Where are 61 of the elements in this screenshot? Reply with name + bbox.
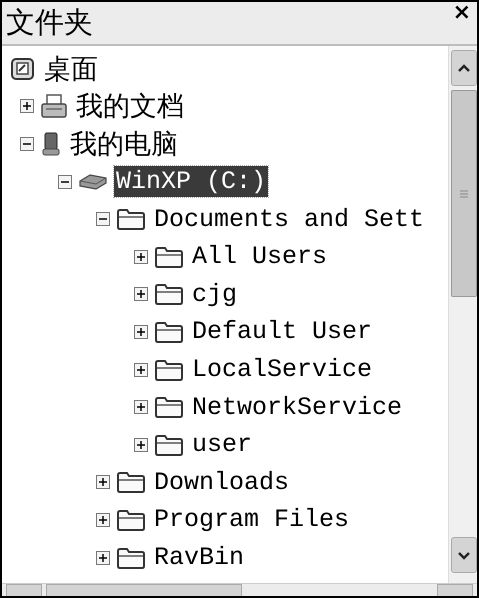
tree-item[interactable]: Program Files [152,504,352,536]
expand-button[interactable] [134,250,148,264]
document-stack-icon [40,93,68,120]
tree-item[interactable]: user [190,429,254,460]
tree-item[interactable]: cjg [190,278,240,310]
tree-item[interactable]: 桌面 [42,50,100,88]
collapse-button[interactable] [96,212,110,226]
panel-title: 文件夹 [6,4,93,41]
tree-item[interactable]: Default User [190,316,374,348]
close-button[interactable]: × [450,2,473,24]
folder-icon [116,207,146,232]
folder-icon [154,244,184,269]
expand-button[interactable] [134,362,148,377]
expand-button[interactable] [134,324,148,339]
folder-icon [154,432,184,457]
tree-item[interactable]: Documents and Sett [152,204,426,235]
expand-button[interactable] [134,287,148,302]
folder-icon [116,470,146,494]
plus-icon [23,102,31,110]
tree-item[interactable]: 我的文档 [74,87,186,126]
tree-item[interactable]: NetworkService [190,392,404,423]
vertical-scrollbar[interactable] [448,46,477,583]
tree-item[interactable]: 我的电脑 [68,124,180,163]
scroll-up-button[interactable] [451,50,477,86]
tree-item[interactable]: Downloads [152,466,292,498]
expand-button[interactable] [96,512,110,527]
tree-item[interactable]: All Users [190,241,330,272]
plus-icon [137,440,145,449]
folder-icon [154,395,184,420]
tree-item[interactable]: LocalService [190,354,374,386]
expand-button[interactable] [96,550,110,565]
computer-icon [40,130,62,157]
expand-button[interactable] [134,438,148,452]
folder-icon [154,282,184,306]
expand-button[interactable] [134,400,148,414]
plus-icon [137,403,145,412]
grip-icon [459,188,469,198]
desktop-icon [10,56,36,82]
chevron-down-icon [457,550,471,560]
collapse-button[interactable] [58,174,72,189]
folder-icon [116,508,146,532]
tree-item[interactable]: RavBin [152,542,246,574]
plus-icon [137,366,145,374]
plus-icon [99,554,107,562]
plus-icon [99,516,107,524]
hard-drive-icon [78,172,108,192]
expand-button[interactable] [96,475,110,490]
horizontal-scrollbar-thumb[interactable] [46,584,242,596]
tree-item[interactable]: WinXP (C:) [114,166,268,198]
scrollbar-thumb[interactable] [451,90,477,297]
plus-icon [99,478,107,486]
folder-icon [154,320,184,344]
folder-icon [154,358,184,382]
plus-icon [137,290,145,298]
folder-icon [116,546,146,570]
plus-icon [137,328,145,336]
expand-button[interactable] [20,99,34,114]
scroll-down-button[interactable] [451,537,477,573]
chevron-up-icon [457,64,471,72]
collapse-button[interactable] [20,136,34,151]
plus-icon [137,252,145,261]
